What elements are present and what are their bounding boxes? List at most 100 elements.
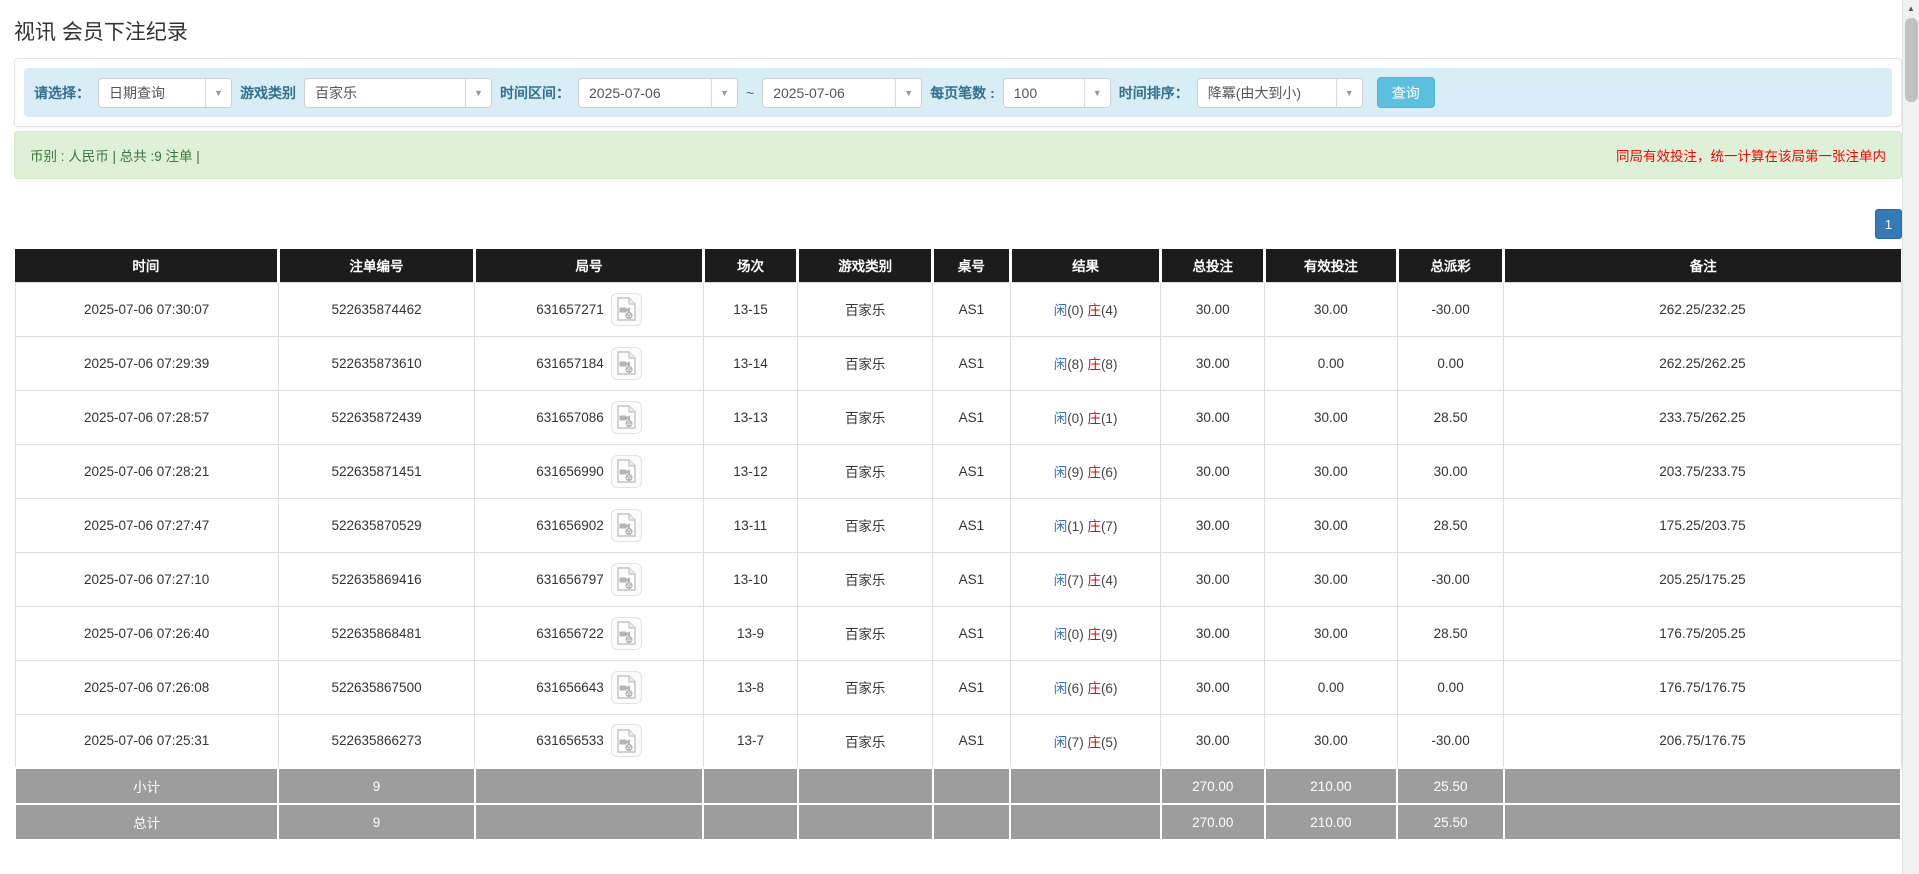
cell-result: 闲(9) 庄(6) — [1010, 444, 1161, 498]
round-cell-content: 631656990 — [536, 455, 642, 488]
subtotal-row-cell-0: 小计 — [15, 768, 278, 804]
cell-table-no: AS1 — [933, 336, 1011, 390]
banker-label: 庄 — [1087, 681, 1101, 696]
column-header-5: 桌号 — [933, 249, 1011, 282]
round-cell-content: 631657086 — [536, 401, 642, 434]
pagination-page-1[interactable]: 1 — [1875, 209, 1902, 239]
round-number: 631656902 — [536, 518, 604, 533]
player-label: 闲 — [1054, 627, 1068, 642]
round-cell-content: 631657271 — [536, 293, 642, 326]
page-size-select[interactable]: 100 ▼ — [1003, 78, 1111, 108]
game-type-select[interactable]: 百家乐 ▼ — [304, 78, 492, 108]
total-row-cell-4 — [798, 804, 933, 840]
cell-table-no: AS1 — [933, 498, 1011, 552]
view-video-button[interactable] — [611, 617, 642, 650]
video-file-icon — [615, 729, 637, 753]
total-row-cell-6 — [1010, 804, 1161, 840]
view-video-button[interactable] — [611, 724, 642, 757]
cell-payout: 0.00 — [1397, 336, 1504, 390]
query-type-select[interactable]: 日期查询 ▼ — [98, 78, 232, 108]
chevron-down-icon[interactable]: ▼ — [1084, 79, 1110, 107]
banker-label: 庄 — [1087, 735, 1101, 750]
cell-payout: 28.50 — [1397, 606, 1504, 660]
cell-time: 2025-07-06 07:28:21 — [15, 444, 278, 498]
cell-valid-bet: 30.00 — [1265, 606, 1398, 660]
chevron-down-icon[interactable]: ▼ — [1336, 79, 1362, 107]
sort-order-label: 时间排序： — [1119, 83, 1189, 103]
cell-round: 631656722 — [475, 606, 703, 660]
cell-session: 13-15 — [703, 282, 798, 336]
view-video-button[interactable] — [611, 455, 642, 488]
cell-session: 13-7 — [703, 714, 798, 768]
vertical-scrollbar[interactable]: ▲ — [1902, 0, 1919, 874]
banker-score: (5) — [1101, 735, 1118, 750]
scrollbar-thumb[interactable] — [1905, 18, 1918, 102]
cell-session: 13-8 — [703, 660, 798, 714]
query-type-label: 请选择： — [34, 83, 90, 103]
player-score: (7) — [1067, 573, 1087, 588]
player-score: (0) — [1067, 411, 1087, 426]
round-cell-content: 631656533 — [536, 724, 642, 757]
cell-result: 闲(7) 庄(5) — [1010, 714, 1161, 768]
view-video-button[interactable] — [611, 347, 642, 380]
cell-result: 闲(0) 庄(9) — [1010, 606, 1161, 660]
page-title: 视讯 会员下注纪录 — [14, 0, 1902, 58]
banker-score: (7) — [1101, 519, 1118, 534]
scroll-up-icon[interactable]: ▲ — [1903, 0, 1919, 17]
banker-label: 庄 — [1087, 303, 1101, 318]
cell-result: 闲(6) 庄(6) — [1010, 660, 1161, 714]
view-video-button[interactable] — [611, 563, 642, 596]
chevron-down-icon[interactable]: ▼ — [465, 79, 491, 107]
column-header-6: 结果 — [1010, 249, 1161, 282]
date-from-input[interactable]: 2025-07-06 ▼ — [578, 78, 738, 108]
round-number: 631657184 — [536, 356, 604, 371]
player-label: 闲 — [1054, 411, 1068, 426]
chevron-down-icon[interactable]: ▼ — [711, 79, 737, 107]
column-header-4: 游戏类别 — [798, 249, 933, 282]
sort-order-select[interactable]: 降冪(由大到小) ▼ — [1197, 78, 1363, 108]
view-video-button[interactable] — [611, 401, 642, 434]
subtotal-row-cell-10 — [1504, 768, 1901, 804]
search-button[interactable]: 查询 — [1377, 77, 1435, 108]
cell-result: 闲(0) 庄(1) — [1010, 390, 1161, 444]
cell-game-type: 百家乐 — [798, 552, 933, 606]
round-cell-content: 631657184 — [536, 347, 642, 380]
cell-payout: 0.00 — [1397, 660, 1504, 714]
cell-round: 631656533 — [475, 714, 703, 768]
cell-valid-bet: 0.00 — [1265, 336, 1398, 390]
view-video-button[interactable] — [611, 293, 642, 326]
total-row-cell-7: 270.00 — [1161, 804, 1265, 840]
date-to-input[interactable]: 2025-07-06 ▼ — [762, 78, 922, 108]
cell-total-bet: 30.00 — [1161, 552, 1265, 606]
chevron-down-icon[interactable]: ▼ — [895, 79, 921, 107]
cell-table-no: AS1 — [933, 714, 1011, 768]
cell-game-type: 百家乐 — [798, 660, 933, 714]
cell-total-bet: 30.00 — [1161, 336, 1265, 390]
player-score: (1) — [1067, 519, 1087, 534]
view-video-button[interactable] — [611, 509, 642, 542]
cell-payout: -30.00 — [1397, 552, 1504, 606]
cell-round: 631656902 — [475, 498, 703, 552]
banker-score: (6) — [1101, 681, 1118, 696]
banker-score: (4) — [1101, 303, 1118, 318]
player-label: 闲 — [1054, 303, 1068, 318]
cell-remark: 205.25/175.25 — [1504, 552, 1901, 606]
total-row-cell-3 — [703, 804, 798, 840]
cell-round: 631656797 — [475, 552, 703, 606]
column-header-8: 有效投注 — [1265, 249, 1398, 282]
cell-table-no: AS1 — [933, 606, 1011, 660]
cell-valid-bet: 30.00 — [1265, 714, 1398, 768]
banker-score: (8) — [1101, 357, 1118, 372]
video-file-icon — [615, 297, 637, 321]
banker-label: 庄 — [1087, 573, 1101, 588]
subtotal-row-cell-3 — [703, 768, 798, 804]
column-header-10: 备注 — [1504, 249, 1901, 282]
cell-game-type: 百家乐 — [798, 714, 933, 768]
round-cell-content: 631656643 — [536, 671, 642, 704]
chevron-down-icon[interactable]: ▼ — [205, 79, 231, 107]
cell-session: 13-12 — [703, 444, 798, 498]
video-file-icon — [615, 459, 637, 483]
time-range-label: 时间区间： — [500, 83, 570, 103]
cell-table-no: AS1 — [933, 444, 1011, 498]
view-video-button[interactable] — [611, 671, 642, 704]
